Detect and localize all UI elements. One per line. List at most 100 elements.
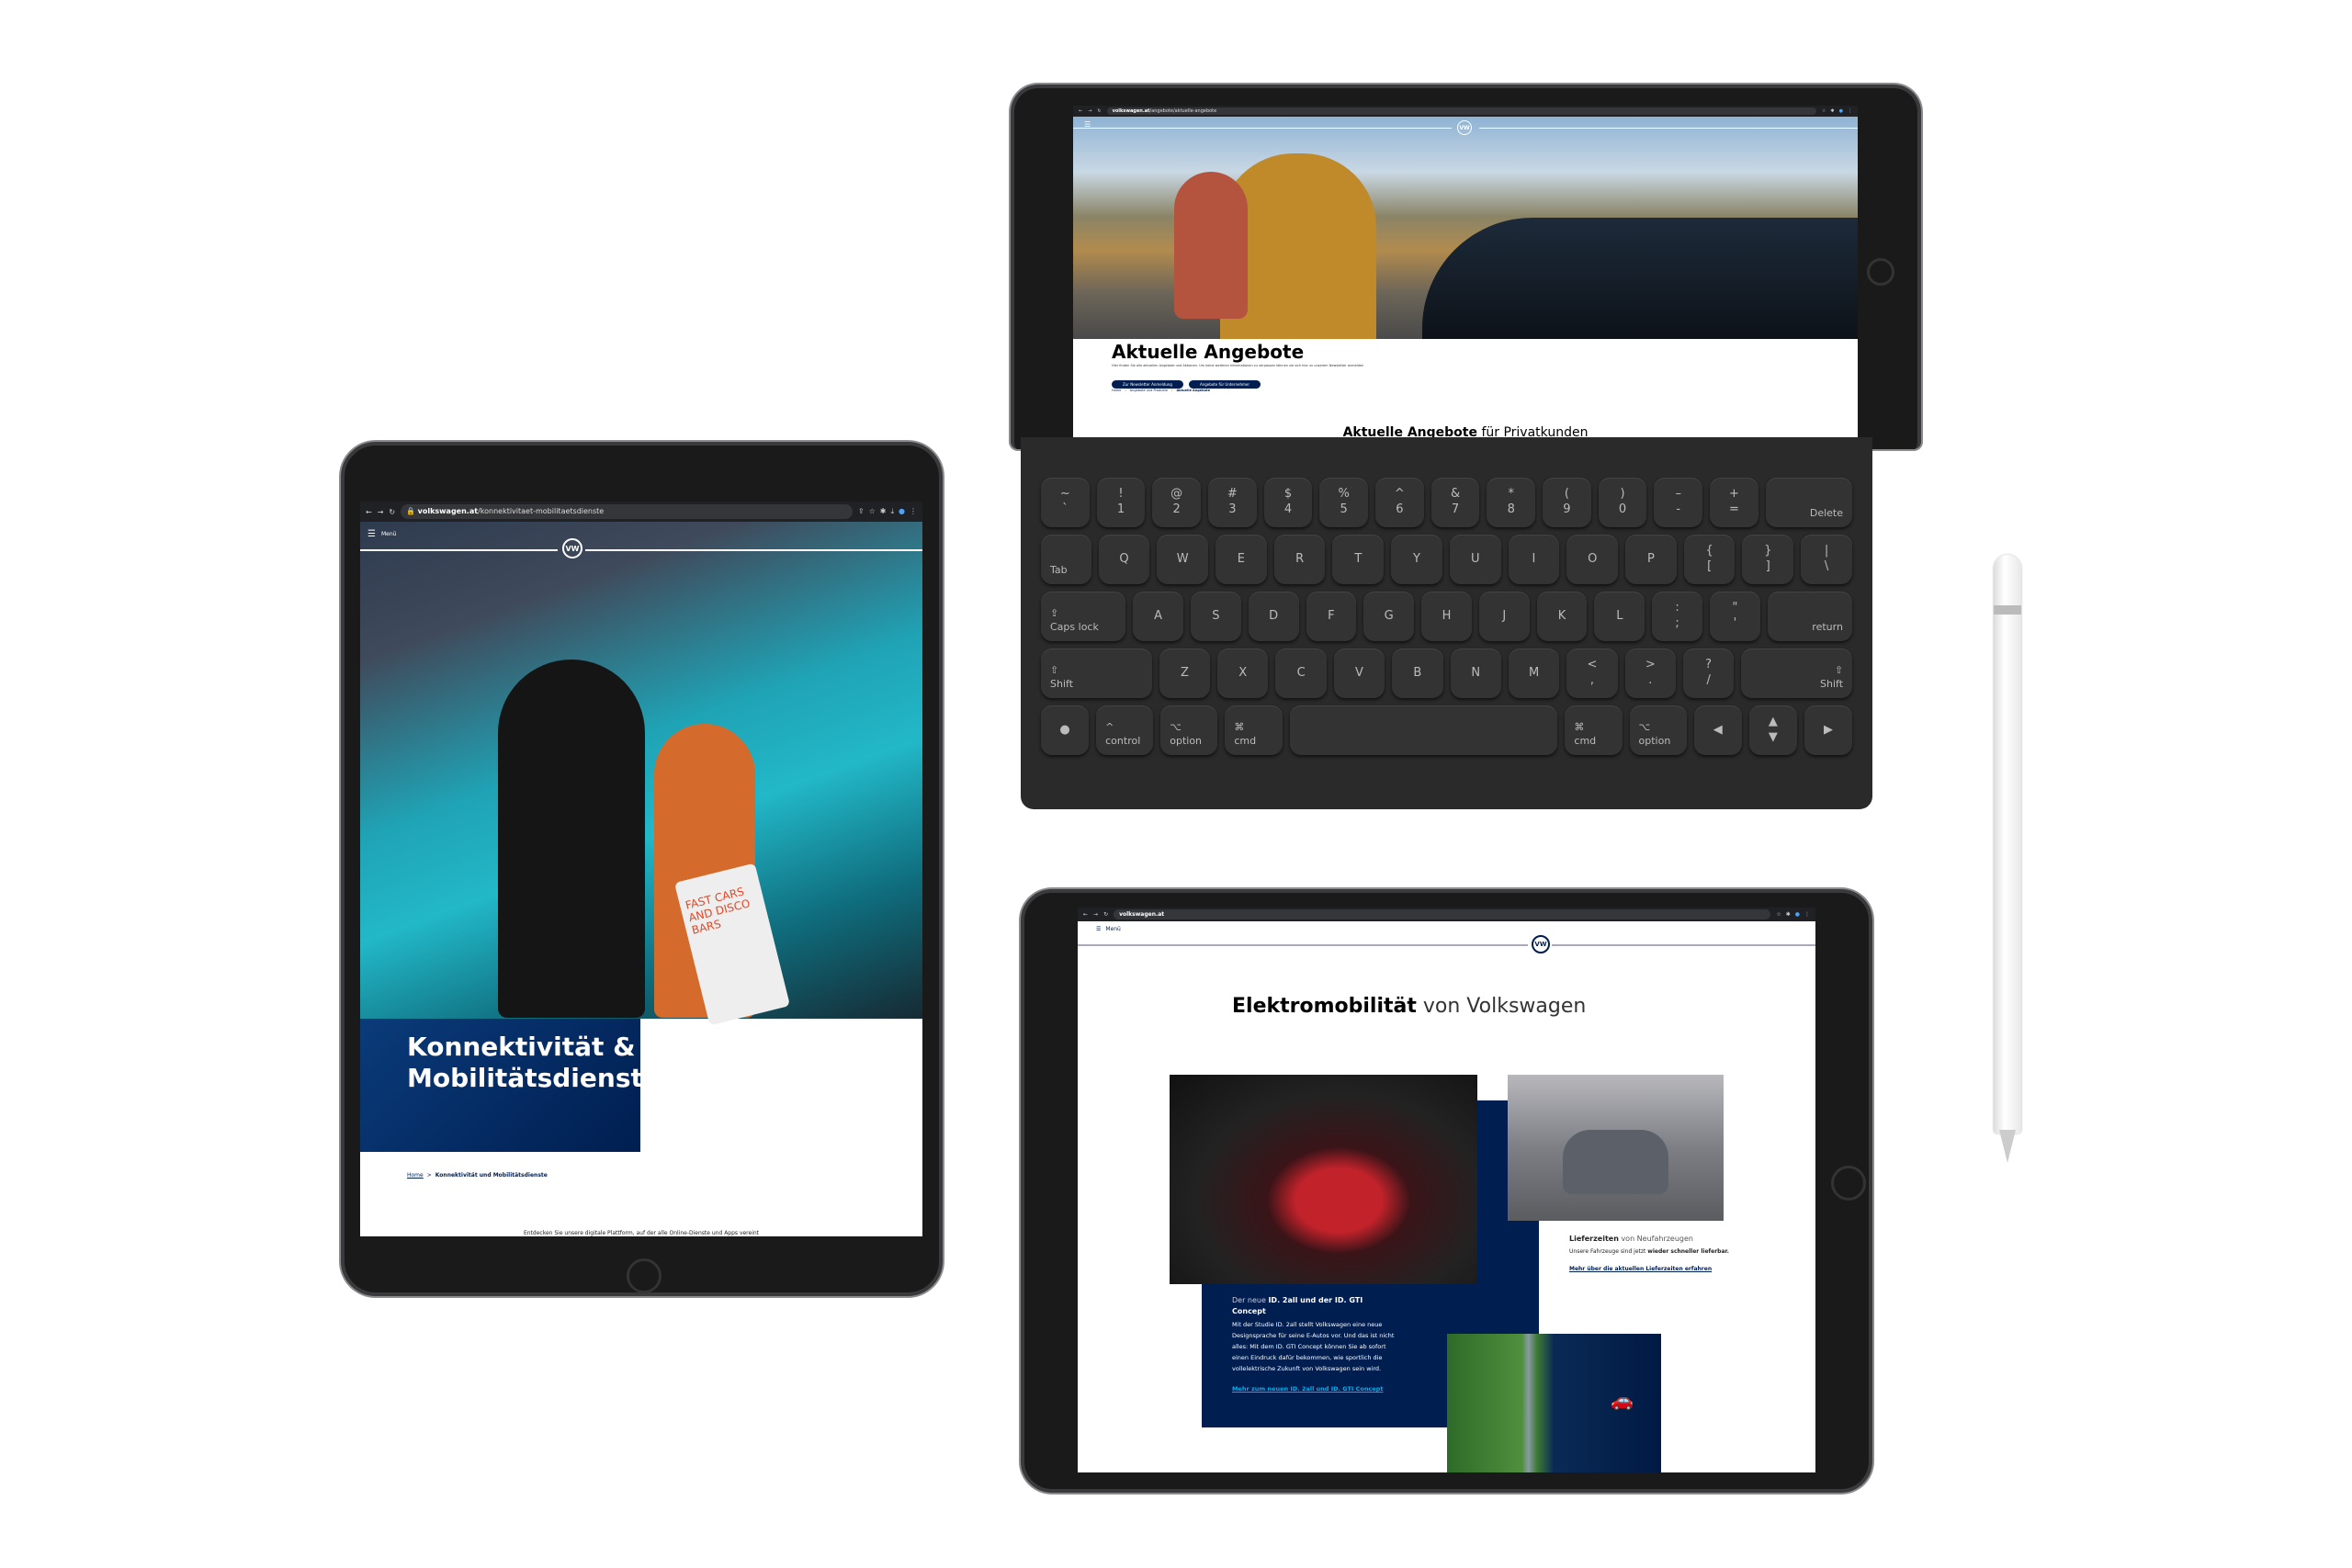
home-button[interactable] (627, 1258, 662, 1293)
red-id-gti-photo[interactable] (1170, 1075, 1477, 1284)
extension-icon[interactable]: ✱ (1786, 911, 1791, 918)
reload-icon[interactable]: ↻ (1103, 911, 1108, 918)
key-0[interactable]: ) 0 (1598, 478, 1647, 527)
key-cmd[interactable]: ⌘ cmd (1225, 705, 1283, 755)
forest-road-photo[interactable]: 🚗 (1447, 1334, 1661, 1472)
key-option[interactable]: ⌥ option (1160, 705, 1218, 755)
key-option[interactable]: ⌥ option (1629, 705, 1687, 755)
breadcrumb-home[interactable]: Home (1112, 389, 1121, 392)
key-control[interactable]: ^ control (1096, 705, 1154, 755)
key-q[interactable]: Q (1098, 535, 1150, 584)
more-icon[interactable]: ⋮ (910, 507, 917, 516)
key-2[interactable]: @2 (1152, 478, 1202, 527)
key-u[interactable]: U (1449, 535, 1501, 584)
key-e[interactable]: E (1216, 535, 1267, 584)
key--[interactable]: <, (1566, 649, 1618, 698)
key-d[interactable]: D (1248, 592, 1299, 641)
vw-logo[interactable]: VW (1532, 935, 1550, 953)
key--[interactable]: :; (1652, 592, 1702, 641)
key--[interactable]: | \ (1801, 535, 1852, 584)
key-4[interactable]: $4 (1263, 478, 1313, 527)
key-9[interactable]: (9 (1543, 478, 1591, 527)
key-p[interactable]: P (1625, 535, 1677, 584)
key-caps-lock[interactable]: ⇪ Caps lock (1041, 592, 1126, 641)
breadcrumb-home[interactable]: Home (407, 1172, 424, 1179)
reload-icon[interactable]: ↻ (389, 508, 395, 516)
key--[interactable]: + = (1710, 478, 1758, 527)
business-offers-button[interactable]: Angebote für Unternehmer (1188, 380, 1261, 389)
key--[interactable]: ◀ (1693, 705, 1742, 755)
key-n[interactable]: N (1450, 649, 1501, 698)
key-tab[interactable]: Tab (1041, 535, 1091, 584)
address-bar[interactable]: volkswagen.at (1114, 909, 1771, 919)
key-5[interactable]: % 5 (1319, 478, 1369, 527)
key--[interactable]: ? / (1682, 649, 1735, 698)
key-return[interactable]: return (1767, 592, 1852, 641)
key-s[interactable]: S (1190, 592, 1241, 641)
profile-icon[interactable]: ● (1795, 911, 1800, 918)
extension-icon[interactable]: ✱ (1830, 108, 1834, 114)
key-v[interactable]: V (1333, 649, 1385, 698)
key--[interactable]: ~ ` (1041, 478, 1090, 527)
star-icon[interactable]: ☆ (869, 507, 876, 516)
key-shift[interactable]: ⇧ Shift (1741, 649, 1853, 698)
key-6[interactable]: ^ 6 (1375, 478, 1424, 527)
vw-logo[interactable]: VW (1457, 120, 1472, 135)
key-b[interactable]: B (1392, 649, 1443, 698)
profile-icon[interactable]: ● (899, 507, 905, 516)
forward-icon[interactable]: → (1088, 108, 1091, 114)
key--[interactable]: ▶ (1804, 705, 1853, 755)
home-button[interactable] (1867, 258, 1894, 286)
delivery-link[interactable]: Mehr über die aktuellen Lieferzeiten erf… (1569, 1264, 1730, 1274)
key-w[interactable]: W (1157, 535, 1209, 584)
reload-icon[interactable]: ↻ (1097, 108, 1101, 114)
key-1[interactable]: ! 1 (1096, 478, 1146, 527)
key-h[interactable]: H (1421, 592, 1472, 641)
key-space[interactable] (1289, 705, 1558, 755)
factory-photo[interactable] (1508, 1075, 1724, 1221)
key--[interactable]: }] (1742, 535, 1794, 584)
address-bar[interactable]: 🔒 volkswagen.at/konnektivitaet-mobilitae… (401, 504, 853, 519)
newsletter-button[interactable]: Zur Newsletter Anmeldung (1112, 380, 1183, 389)
share-icon[interactable]: ⇪ (858, 507, 865, 516)
more-icon[interactable]: ⋮ (1848, 108, 1852, 114)
key-x[interactable]: X (1217, 649, 1269, 698)
key-cmd[interactable]: ⌘ cmd (1565, 705, 1623, 755)
key-a[interactable]: A (1133, 592, 1183, 641)
forward-icon[interactable]: → (378, 508, 384, 516)
forward-icon[interactable]: → (1093, 911, 1098, 918)
home-button[interactable] (1831, 1166, 1866, 1201)
breadcrumb-products[interactable]: Angebote und Produkte (1130, 389, 1168, 392)
back-icon[interactable]: ← (1079, 108, 1082, 114)
key-z[interactable]: Z (1159, 649, 1211, 698)
key--[interactable]: – - (1654, 478, 1703, 527)
key-o[interactable]: O (1566, 535, 1619, 584)
key-m[interactable]: M (1508, 649, 1560, 698)
key--[interactable]: {[ (1683, 535, 1736, 584)
key-j[interactable]: J (1478, 592, 1530, 641)
key--[interactable]: ● (1041, 705, 1090, 755)
id-link[interactable]: Mehr zum neuen ID. 2all und ID. GTI Conc… (1232, 1383, 1397, 1394)
key--[interactable]: >. (1624, 649, 1676, 698)
key-y[interactable]: Y (1391, 535, 1442, 584)
key-delete[interactable]: Delete (1765, 478, 1853, 527)
extension-icon[interactable]: ✱ (880, 507, 887, 516)
star-icon[interactable]: ☆ (1776, 911, 1781, 918)
menu-button[interactable]: ☰ Menü (368, 529, 396, 539)
profile-icon[interactable]: ● (1839, 108, 1843, 114)
download-icon[interactable]: ⤓ (890, 507, 894, 516)
address-bar[interactable]: volkswagen.at/angebote/aktuelle-angebote (1106, 107, 1816, 116)
key--[interactable]: ▲ ▼ (1748, 705, 1797, 755)
key-f[interactable]: F (1306, 592, 1357, 641)
key-g[interactable]: G (1363, 592, 1415, 641)
back-icon[interactable]: ← (1083, 911, 1088, 918)
key-shift[interactable]: ⇧ Shift (1041, 649, 1152, 698)
key-3[interactable]: #3 (1208, 478, 1257, 527)
key--[interactable]: " ' (1709, 592, 1760, 641)
key-r[interactable]: R (1273, 535, 1326, 584)
key-8[interactable]: * 8 (1487, 478, 1536, 527)
key-l[interactable]: L (1594, 592, 1645, 641)
key-c[interactable]: C (1275, 649, 1327, 698)
more-icon[interactable]: ⋮ (1804, 911, 1810, 918)
back-icon[interactable]: ← (366, 508, 372, 516)
